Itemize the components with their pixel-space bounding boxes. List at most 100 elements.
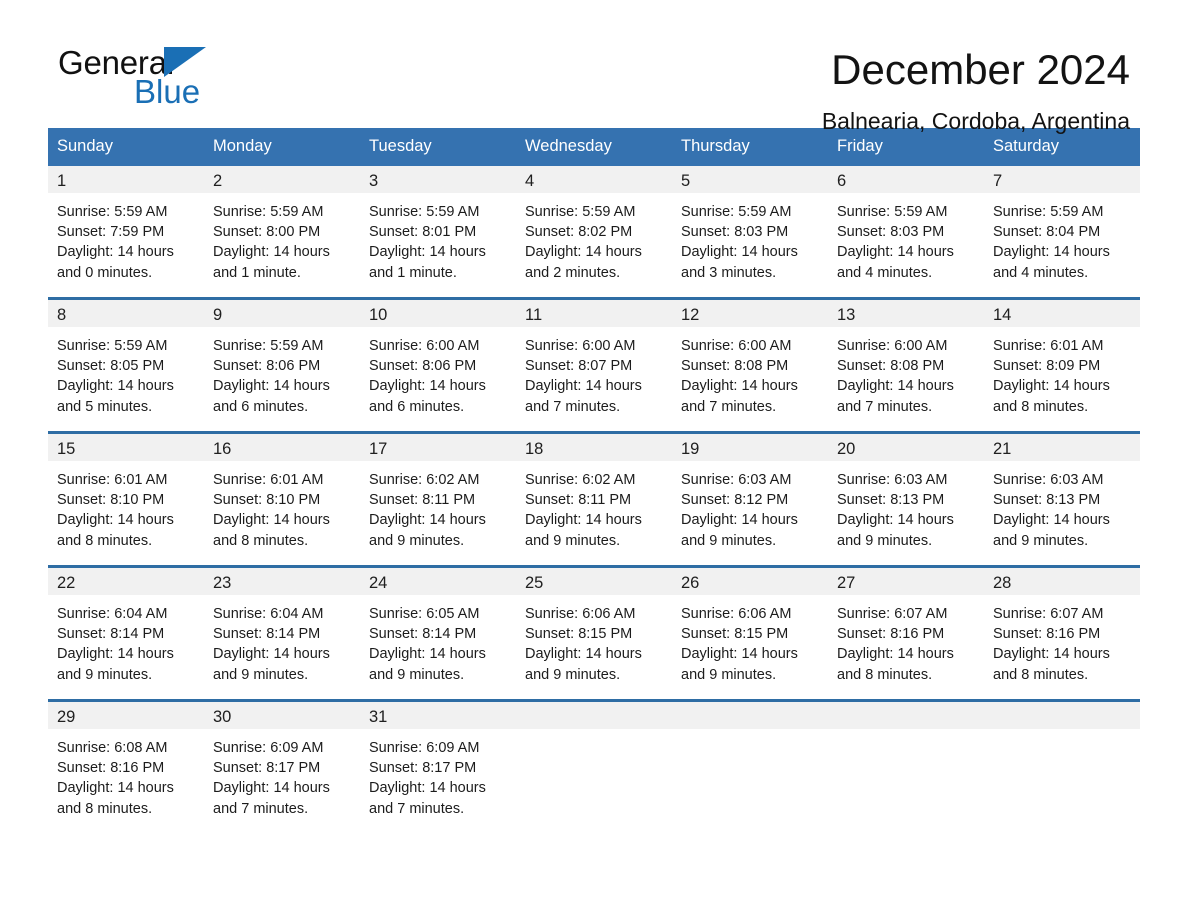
sunset-text: Sunset: 8:16 PM [57,760,165,777]
day-cell[interactable]: 18 Sunrise: 6:02 AM Sunset: 8:11 PM Dayligh… [516,431,672,567]
day-number [516,702,672,729]
title-block: December 2024 Balnearia, Cordoba, Argent… [821,47,1130,135]
day-details: Sunrise: 6:09 AM Sunset: 8:17 PM Daylight:… [360,729,516,819]
day-cell-empty [984,699,1140,833]
day-cell[interactable]: 13 Sunrise: 6:00 AM Sunset: 8:08 PM Dayligh… [828,297,984,433]
daylight-text-line1: Daylight: 14 hours [681,646,798,663]
sunrise-text: Sunrise: 6:05 AM [369,606,480,622]
day-number: 2 [204,166,360,193]
sunrise-text: Sunrise: 6:07 AM [837,606,948,622]
day-cell[interactable]: 29 Sunrise: 6:08 AM Sunset: 8:16 PM Dayligh… [48,699,204,833]
day-cell[interactable]: 27 Sunrise: 6:07 AM Sunset: 8:16 PM Dayligh… [828,565,984,701]
day-number: 17 [360,434,516,461]
sunset-text: Sunset: 8:16 PM [993,626,1101,643]
day-cell[interactable]: 15 Sunrise: 6:01 AM Sunset: 8:10 PM Dayligh… [48,431,204,567]
daylight-text-line1: Daylight: 14 hours [213,378,330,395]
sunset-text: Sunset: 8:17 PM [213,760,321,777]
day-cell[interactable]: 8 Sunrise: 5:59 AM Sunset: 8:05 PM Daylight… [48,297,204,433]
day-cell[interactable]: 25 Sunrise: 6:06 AM Sunset: 8:15 PM Dayligh… [516,565,672,701]
daylight-text-line1: Daylight: 14 hours [57,244,174,261]
sunrise-text: Sunrise: 6:03 AM [837,472,948,488]
sunrise-text: Sunrise: 6:03 AM [993,472,1104,488]
sunset-text: Sunset: 8:02 PM [525,224,633,241]
day-cell[interactable]: 7 Sunrise: 5:59 AM Sunset: 8:04 PM Daylight… [984,166,1140,299]
day-number: 22 [48,568,204,595]
daylight-text-line1: Daylight: 14 hours [57,646,174,663]
day-number: 9 [204,300,360,327]
day-details [672,729,828,738]
day-details: Sunrise: 6:09 AM Sunset: 8:17 PM Daylight:… [204,729,360,819]
daylight-text-line1: Daylight: 14 hours [369,378,486,395]
day-cell[interactable]: 12 Sunrise: 6:00 AM Sunset: 8:08 PM Dayligh… [672,297,828,433]
day-number [828,702,984,729]
daylight-text-line1: Daylight: 14 hours [525,512,642,529]
day-details: Sunrise: 6:06 AM Sunset: 8:15 PM Daylight:… [672,595,828,685]
day-cell[interactable]: 11 Sunrise: 6:00 AM Sunset: 8:07 PM Dayligh… [516,297,672,433]
day-number: 10 [360,300,516,327]
day-cell[interactable]: 5 Sunrise: 5:59 AM Sunset: 8:03 PM Daylight… [672,166,828,299]
daylight-text-line2: and 8 minutes. [993,398,1089,415]
calendar-week-row: 15 Sunrise: 6:01 AM Sunset: 8:10 PM Dayligh… [48,431,1140,567]
day-details: Sunrise: 6:02 AM Sunset: 8:11 PM Daylight:… [516,461,672,551]
day-details: Sunrise: 6:04 AM Sunset: 8:14 PM Daylight:… [48,595,204,685]
day-cell[interactable]: 30 Sunrise: 6:09 AM Sunset: 8:17 PM Dayligh… [204,699,360,833]
daylight-text-line2: and 7 minutes. [369,800,465,817]
day-details: Sunrise: 6:01 AM Sunset: 8:10 PM Daylight:… [48,461,204,551]
day-cell[interactable]: 26 Sunrise: 6:06 AM Sunset: 8:15 PM Dayligh… [672,565,828,701]
day-cell[interactable]: 19 Sunrise: 6:03 AM Sunset: 8:12 PM Dayligh… [672,431,828,567]
day-details: Sunrise: 6:01 AM Sunset: 8:10 PM Daylight:… [204,461,360,551]
sunset-text: Sunset: 8:06 PM [213,358,321,375]
day-number: 18 [516,434,672,461]
daylight-text-line2: and 8 minutes. [213,532,309,549]
day-number: 29 [48,702,204,729]
day-number: 16 [204,434,360,461]
page-masthead: General Blue December 2024 Balnearia, Co… [48,0,1140,134]
day-cell[interactable]: 10 Sunrise: 6:00 AM Sunset: 8:06 PM Dayligh… [360,297,516,433]
day-cell[interactable]: 24 Sunrise: 6:05 AM Sunset: 8:14 PM Dayligh… [360,565,516,701]
daylight-text-line1: Daylight: 14 hours [213,646,330,663]
day-number: 5 [672,166,828,193]
day-number: 31 [360,702,516,729]
day-cell[interactable]: 17 Sunrise: 6:02 AM Sunset: 8:11 PM Dayligh… [360,431,516,567]
location-subtitle: Balnearia, Cordoba, Argentina [821,108,1130,135]
sunrise-text: Sunrise: 5:59 AM [837,204,948,220]
sunset-text: Sunset: 8:10 PM [213,492,321,509]
day-cell[interactable]: 9 Sunrise: 5:59 AM Sunset: 8:06 PM Daylight… [204,297,360,433]
day-cell[interactable]: 31 Sunrise: 6:09 AM Sunset: 8:17 PM Dayligh… [360,699,516,833]
day-cell[interactable]: 1 Sunrise: 5:59 AM Sunset: 7:59 PM Daylight… [48,166,204,299]
day-cell[interactable]: 6 Sunrise: 5:59 AM Sunset: 8:03 PM Daylight… [828,166,984,299]
sunrise-text: Sunrise: 5:59 AM [57,204,168,220]
day-cell[interactable]: 23 Sunrise: 6:04 AM Sunset: 8:14 PM Dayligh… [204,565,360,701]
generalblue-logo[interactable]: General Blue [58,46,358,118]
day-cell[interactable]: 21 Sunrise: 6:03 AM Sunset: 8:13 PM Dayligh… [984,431,1140,567]
daylight-text-line2: and 9 minutes. [213,666,309,683]
sunset-text: Sunset: 8:15 PM [681,626,789,643]
day-cell[interactable]: 4 Sunrise: 5:59 AM Sunset: 8:02 PM Daylight… [516,166,672,299]
day-cell[interactable]: 28 Sunrise: 6:07 AM Sunset: 8:16 PM Dayligh… [984,565,1140,701]
day-details: Sunrise: 6:02 AM Sunset: 8:11 PM Daylight:… [360,461,516,551]
logo-text-general: General [58,44,175,81]
sunset-text: Sunset: 8:01 PM [369,224,477,241]
daylight-text-line2: and 4 minutes. [837,264,933,281]
sunset-text: Sunset: 8:11 PM [525,492,632,509]
day-number: 4 [516,166,672,193]
day-details [984,729,1140,738]
day-details: Sunrise: 5:59 AM Sunset: 7:59 PM Daylight:… [48,193,204,283]
day-cell[interactable]: 22 Sunrise: 6:04 AM Sunset: 8:14 PM Dayligh… [48,565,204,701]
day-cell[interactable]: 3 Sunrise: 5:59 AM Sunset: 8:01 PM Daylight… [360,166,516,299]
day-cell[interactable]: 16 Sunrise: 6:01 AM Sunset: 8:10 PM Dayligh… [204,431,360,567]
day-cell[interactable]: 2 Sunrise: 5:59 AM Sunset: 8:00 PM Daylight… [204,166,360,299]
daylight-text-line1: Daylight: 14 hours [525,646,642,663]
day-number [984,702,1140,729]
day-cell[interactable]: 14 Sunrise: 6:01 AM Sunset: 8:09 PM Dayligh… [984,297,1140,433]
day-details: Sunrise: 6:04 AM Sunset: 8:14 PM Daylight:… [204,595,360,685]
day-number: 19 [672,434,828,461]
sunrise-text: Sunrise: 6:09 AM [369,740,480,756]
daylight-text-line2: and 7 minutes. [525,398,621,415]
day-cell[interactable]: 20 Sunrise: 6:03 AM Sunset: 8:13 PM Dayligh… [828,431,984,567]
sunset-text: Sunset: 8:16 PM [837,626,945,643]
logo-wordmark-general: General [58,44,206,81]
sunrise-text: Sunrise: 5:59 AM [681,204,792,220]
day-details: Sunrise: 6:00 AM Sunset: 8:07 PM Daylight:… [516,327,672,417]
day-number: 15 [48,434,204,461]
